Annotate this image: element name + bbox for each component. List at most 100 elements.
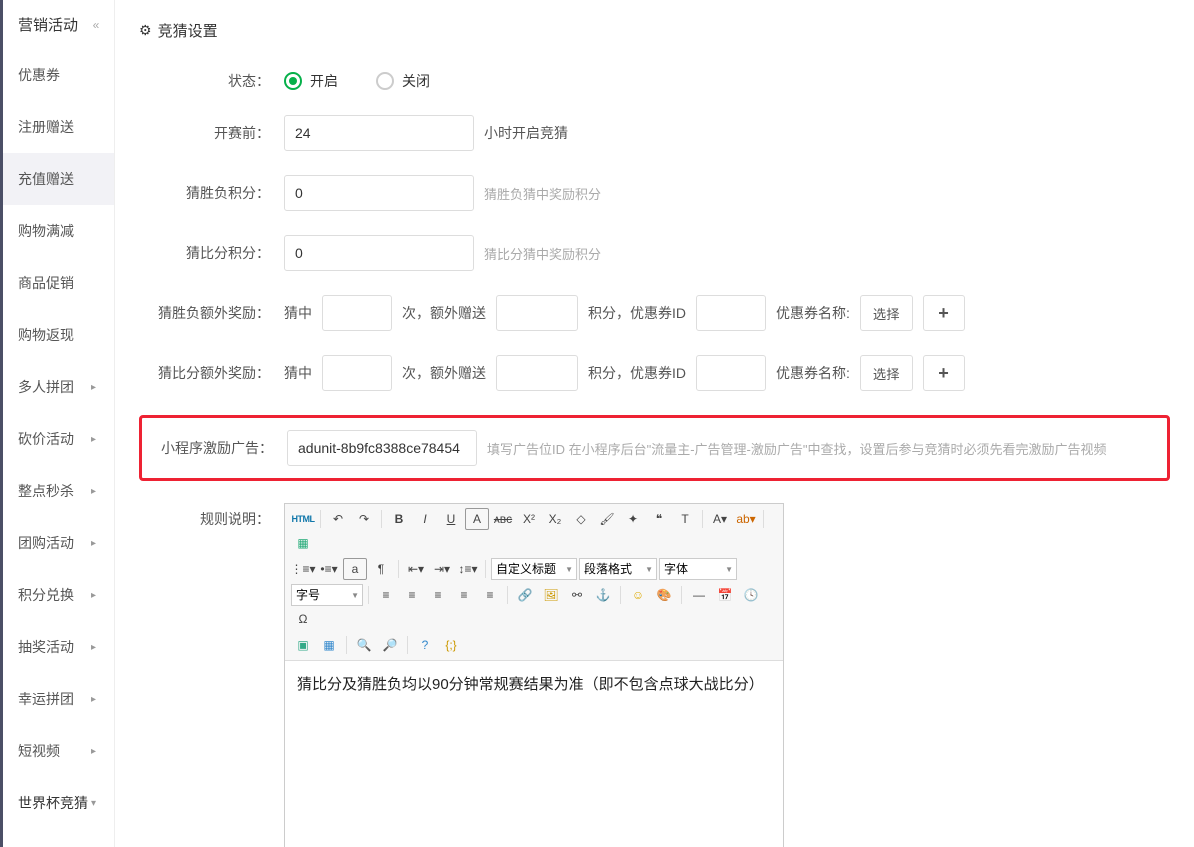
sidebar-item-label: 商品促销	[18, 273, 74, 293]
image-icon[interactable]: ▦	[291, 532, 315, 554]
sidebar-item[interactable]: 充值赠送	[0, 153, 114, 205]
text-color-icon[interactable]: A▾	[708, 508, 732, 530]
win-extra-prefix: 猜中	[284, 303, 312, 323]
picture-icon[interactable]: 🖼	[539, 584, 563, 606]
zoom-icon[interactable]: 🔎	[378, 634, 402, 656]
align-justify-icon[interactable]: ≡	[452, 584, 476, 606]
sidebar-item[interactable]: 幸运拼团▸	[0, 673, 114, 725]
win-extra-coupon-name: 优惠券名称:	[776, 303, 850, 323]
ordered-list-icon[interactable]: ⋮≡▾	[291, 558, 315, 580]
table-icon[interactable]: ▦	[317, 634, 341, 656]
score-extra-select-button[interactable]: 选择	[860, 355, 913, 391]
paint-icon[interactable]: 🎨	[652, 584, 676, 606]
help-icon[interactable]: ?	[413, 634, 437, 656]
link-icon[interactable]: 🔗	[513, 584, 537, 606]
editor-body[interactable]: 猜比分及猜胜负均以90分钟常规赛结果为准（即不包含点球大战比分）	[285, 661, 783, 847]
sidebar-item[interactable]: 抽奖活动▸	[0, 621, 114, 673]
editor-html-button[interactable]: HTML	[291, 508, 315, 530]
font-family-select[interactable]: 字体	[659, 558, 737, 580]
brush-icon[interactable]: 🖌	[595, 508, 619, 530]
score-extra-add-button[interactable]: +	[923, 355, 965, 391]
sidebar-item-label: 充值赠送	[18, 169, 74, 189]
undo-icon[interactable]: ↶	[326, 508, 350, 530]
time-icon[interactable]: 🕓	[739, 584, 763, 606]
input-score-extra-times[interactable]	[322, 355, 392, 391]
collapse-icon[interactable]: «	[88, 17, 104, 33]
sidebar-accent	[0, 0, 3, 847]
omega-icon[interactable]: Ω	[291, 608, 315, 630]
input-before[interactable]	[284, 115, 474, 151]
win-extra-select-button[interactable]: 选择	[860, 295, 913, 331]
quote-icon[interactable]: ❝	[647, 508, 671, 530]
bg-color-icon[interactable]: ab▾	[734, 508, 758, 530]
subscript-icon[interactable]: X₂	[543, 508, 567, 530]
line-height-icon[interactable]: ↕≡▾	[456, 558, 480, 580]
anchor-icon[interactable]: ⚓	[591, 584, 615, 606]
superscript-icon[interactable]: X²	[517, 508, 541, 530]
sidebar-item[interactable]: 积分兑换▸	[0, 569, 114, 621]
chevron-down-icon: ▾	[91, 798, 96, 809]
indent-icon[interactable]: ⇤▾	[404, 558, 428, 580]
redo-icon[interactable]: ↷	[352, 508, 376, 530]
font-size-select[interactable]: 字号	[291, 584, 363, 606]
video-icon[interactable]: ▣	[291, 634, 315, 656]
bold-icon[interactable]: B	[387, 508, 411, 530]
sidebar-item[interactable]: 短视频▸	[0, 725, 114, 777]
chevron-right-icon: ▸	[91, 590, 96, 601]
emoji-icon[interactable]: ☺	[626, 584, 650, 606]
row-rule: 规则说明： HTML ↶ ↷ B I U A ᴀʙᴄ X²	[139, 503, 1170, 847]
sidebar-item[interactable]: 砍价活动▸	[0, 413, 114, 465]
date-icon[interactable]: 📅	[713, 584, 737, 606]
radio-off[interactable]: 关闭	[376, 71, 430, 91]
sidebar-item[interactable]: 优惠券	[0, 49, 114, 101]
hr-icon[interactable]: —	[687, 584, 711, 606]
unlink-icon[interactable]: ⚯	[565, 584, 589, 606]
win-extra-add-button[interactable]: +	[923, 295, 965, 331]
search-icon[interactable]: 🔍	[352, 634, 376, 656]
align-center-icon[interactable]: ≡	[400, 584, 424, 606]
sidebar-item[interactable]: 团购活动▸	[0, 517, 114, 569]
custom-heading-select[interactable]: 自定义标题	[491, 558, 577, 580]
char-icon[interactable]: a	[343, 558, 367, 580]
input-score-extra-points[interactable]	[496, 355, 578, 391]
template-icon[interactable]: T	[673, 508, 697, 530]
sidebar-item[interactable]: 整点秒杀▸	[0, 465, 114, 517]
sidebar-item[interactable]: 购物满减	[0, 205, 114, 257]
sidebar-item[interactable]: 多人拼团▸	[0, 361, 114, 413]
direction-icon[interactable]: ¶	[369, 558, 393, 580]
align-left-icon[interactable]: ≡	[374, 584, 398, 606]
score-extra-suffix2: 积分，优惠券ID	[588, 363, 686, 383]
sidebar-item[interactable]: 注册赠送	[0, 101, 114, 153]
label-win-pts: 猜胜负积分：	[139, 183, 284, 203]
code-icon[interactable]: {;}	[439, 634, 463, 656]
para-format-select[interactable]: 段落格式	[579, 558, 657, 580]
input-score-pts[interactable]	[284, 235, 474, 271]
input-win-extra-coupon-id[interactable]	[696, 295, 766, 331]
hint-ad: 填写广告位ID 在小程序后台"流量主-广告管理-激励广告"中查找，设置后参与竞猜…	[487, 439, 1167, 458]
underline-icon[interactable]: U	[439, 508, 463, 530]
radio-on[interactable]: 开启	[284, 71, 338, 91]
input-win-pts[interactable]	[284, 175, 474, 211]
italic-icon[interactable]: I	[413, 508, 437, 530]
sidebar-item-label: 抽奖活动	[18, 637, 74, 657]
strike-icon[interactable]: ᴀʙᴄ	[491, 508, 515, 530]
sidebar-item[interactable]: 购物返现	[0, 309, 114, 361]
sidebar-item-label: 幸运拼团	[18, 689, 74, 709]
align-dist-icon[interactable]: ≡	[478, 584, 502, 606]
input-ad[interactable]	[287, 430, 477, 466]
align-right-icon[interactable]: ≡	[426, 584, 450, 606]
input-win-extra-times[interactable]	[322, 295, 392, 331]
score-extra-coupon-name: 优惠券名称:	[776, 363, 850, 383]
page-title-text: 竞猜设置	[158, 20, 218, 41]
sidebar-item-label: 优惠券	[18, 65, 60, 85]
outdent-icon[interactable]: ⇥▾	[430, 558, 454, 580]
eraser-icon[interactable]: ◇	[569, 508, 593, 530]
input-score-extra-coupon-id[interactable]	[696, 355, 766, 391]
label-rule: 规则说明：	[139, 503, 284, 529]
input-win-extra-points[interactable]	[496, 295, 578, 331]
format-icon[interactable]: ✦	[621, 508, 645, 530]
sidebar-item[interactable]: 世界杯竞猜▾	[0, 777, 114, 829]
sidebar-item[interactable]: 商品促销	[0, 257, 114, 309]
unordered-list-icon[interactable]: •≡▾	[317, 558, 341, 580]
font-icon[interactable]: A	[465, 508, 489, 530]
